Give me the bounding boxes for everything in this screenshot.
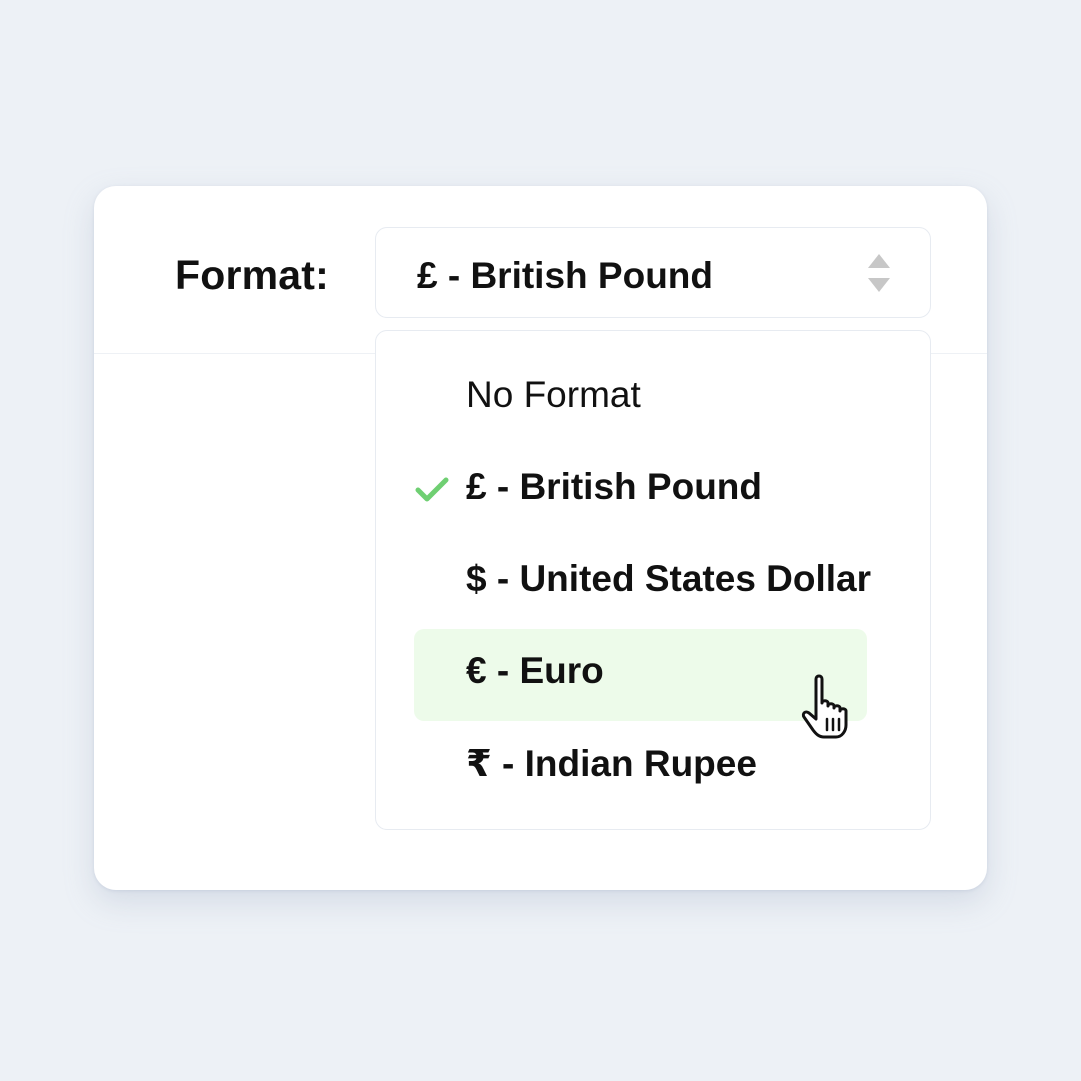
option-label: £ - British Pound [466, 466, 762, 507]
option-label: $ - United States Dollar [466, 558, 872, 599]
option-no-format[interactable]: No Format [414, 353, 867, 445]
format-select-value: £ - British Pound [417, 255, 713, 296]
format-dropdown-menu: No Format £ - British Pound $ - United S… [375, 330, 931, 830]
check-icon [415, 477, 449, 502]
hand-pointer-icon [801, 674, 848, 739]
option-british-pound[interactable]: £ - British Pound [414, 445, 867, 537]
format-label: Format: [175, 252, 330, 298]
option-label: € - Euro [466, 650, 604, 691]
option-label: No Format [466, 374, 641, 415]
option-label: ₹ - Indian Rupee [466, 743, 757, 784]
sort-arrows-icon [868, 254, 890, 292]
option-us-dollar[interactable]: $ - United States Dollar [414, 537, 871, 629]
format-select[interactable]: £ - British Pound [375, 227, 931, 318]
format-card: Format: £ - British Pound No Format £ - … [94, 186, 987, 890]
